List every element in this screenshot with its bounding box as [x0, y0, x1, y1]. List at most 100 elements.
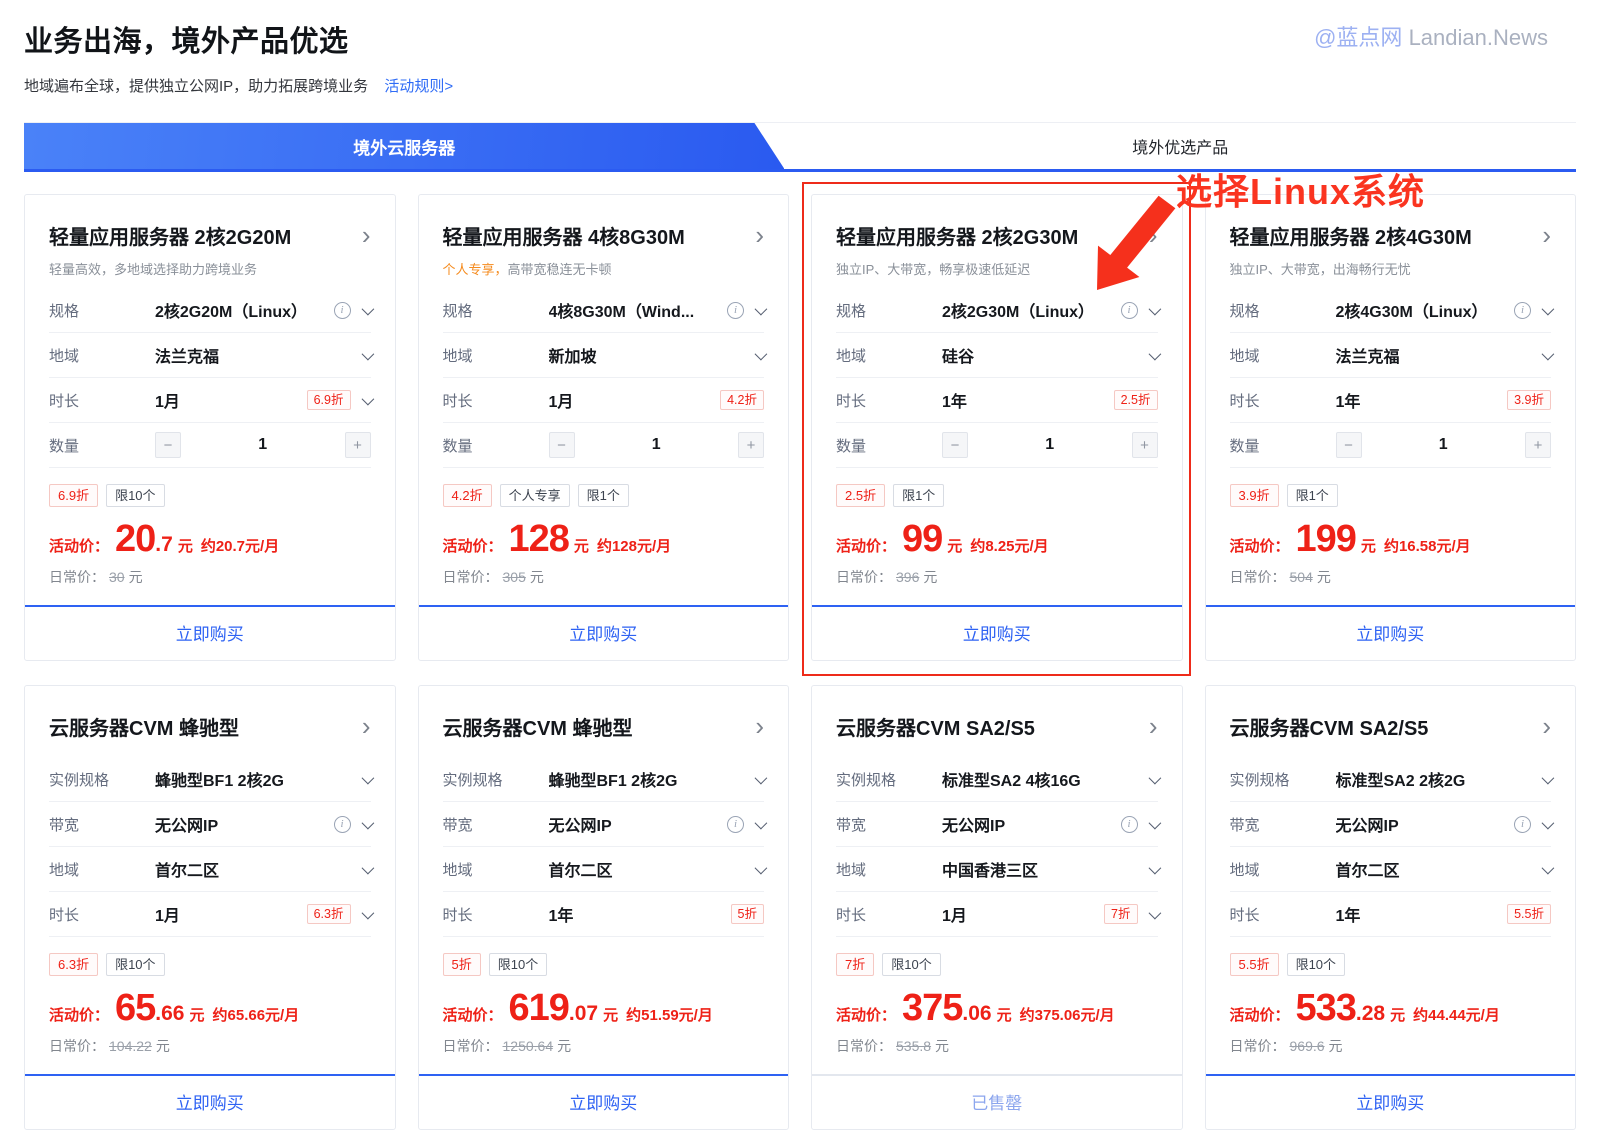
info-icon[interactable]: i — [1121, 302, 1138, 319]
daily-price-unit: 元 — [935, 1038, 949, 1054]
quantity-increase-button[interactable]: + — [1525, 432, 1551, 458]
chevron-down-icon[interactable] — [755, 347, 768, 360]
chevron-right-icon[interactable]: › — [1149, 716, 1158, 737]
chevron-down-icon[interactable] — [361, 816, 374, 829]
chevron-right-icon[interactable]: › — [755, 225, 764, 246]
subtitle-text: 独立IP、大带宽，出海畅行无忧 — [1230, 262, 1411, 277]
product-title: 云服务器CVM 蜂驰型 — [443, 712, 633, 741]
info-icon[interactable]: i — [727, 302, 744, 319]
promo-price-row: 活动价： 65 .66 元 约65.66元/月 — [49, 989, 371, 1027]
chevron-down-icon[interactable] — [361, 771, 374, 784]
spec-row-controls: 5折 — [731, 904, 764, 925]
chevron-down-icon[interactable] — [755, 861, 768, 874]
chevron-down-icon[interactable] — [1542, 861, 1555, 874]
chevron-down-icon[interactable] — [1148, 816, 1161, 829]
chevron-down-icon[interactable] — [361, 302, 374, 315]
price-per-month: 约128元/月 — [597, 535, 671, 556]
spec-row-controls: 6.9折 — [307, 390, 371, 411]
quantity-decrease-button[interactable]: − — [942, 432, 968, 458]
chevron-down-icon[interactable] — [1148, 347, 1161, 360]
chevron-down-icon[interactable] — [755, 771, 768, 784]
spec-row-controls — [755, 865, 764, 874]
product-card: 云服务器CVM SA2/S5 › 实例规格 标准型SA2 2核2G 带宽 无公网… — [1205, 685, 1577, 1130]
chevron-down-icon[interactable] — [361, 861, 374, 874]
buy-button[interactable]: 立即购买 — [1206, 607, 1576, 660]
product-card: 云服务器CVM SA2/S5 › 实例规格 标准型SA2 4核16G 带宽 无公… — [811, 685, 1183, 1130]
quantity-increase-button[interactable]: + — [345, 432, 371, 458]
tab-overseas-cloud-server[interactable]: 境外云服务器 — [24, 123, 784, 169]
info-icon[interactable]: i — [1514, 302, 1531, 319]
spec-value: 1月 — [942, 902, 1096, 926]
chevron-down-icon[interactable] — [1542, 347, 1555, 360]
spec-label: 地域 — [836, 345, 942, 366]
chevron-right-icon[interactable]: › — [755, 716, 764, 737]
chevron-down-icon[interactable] — [1148, 861, 1161, 874]
quantity-decrease-button[interactable]: − — [1336, 432, 1362, 458]
spec-row-controls — [1149, 351, 1158, 360]
spec-row: 实例规格 标准型SA2 2核2G — [1230, 757, 1552, 802]
chevron-down-icon[interactable] — [1542, 816, 1555, 829]
price-integer: 619 — [509, 989, 569, 1027]
daily-price-row: 日常价：305元 — [443, 567, 765, 587]
price-integer: 199 — [1296, 520, 1356, 558]
chevron-right-icon[interactable]: › — [362, 716, 371, 737]
chevron-down-icon[interactable] — [361, 906, 374, 919]
chevron-down-icon[interactable] — [1542, 771, 1555, 784]
spec-label: 规格 — [49, 300, 155, 321]
spec-row: 时长 1年 5折 — [443, 892, 765, 937]
daily-price-row: 日常价：1250.64元 — [443, 1036, 765, 1056]
card-header: 云服务器CVM SA2/S5 › — [836, 712, 1158, 741]
chevron-right-icon[interactable]: › — [1542, 225, 1551, 246]
chevron-down-icon[interactable] — [1148, 771, 1161, 784]
quantity-increase-button[interactable]: + — [738, 432, 764, 458]
chevron-down-icon[interactable] — [361, 347, 374, 360]
buy-button[interactable]: 立即购买 — [812, 607, 1182, 660]
info-icon[interactable]: i — [334, 816, 351, 833]
quantity-label: 数量 — [1230, 435, 1336, 456]
daily-price-label: 日常价： — [836, 1038, 892, 1054]
quantity-decrease-button[interactable]: − — [549, 432, 575, 458]
activity-rules-link[interactable]: 活动规则> — [384, 78, 453, 95]
spec-row: 规格 2核2G20M（Linux） i — [49, 288, 371, 333]
product-subtitle: 个人专享，高带宽稳连无卡顿 — [443, 259, 765, 278]
chevron-down-icon[interactable] — [1148, 906, 1161, 919]
product-subtitle: 独立IP、大带宽，畅享极速低延迟 — [836, 259, 1158, 278]
info-icon[interactable]: i — [1121, 816, 1138, 833]
info-icon[interactable]: i — [727, 816, 744, 833]
spec-label: 带宽 — [1230, 814, 1336, 835]
spec-label: 地域 — [443, 345, 549, 366]
chevron-down-icon[interactable] — [755, 302, 768, 315]
chevron-right-icon[interactable]: › — [362, 225, 371, 246]
promo-badge-row: 7折限10个 — [836, 953, 1158, 976]
daily-price-value: 305 — [503, 569, 526, 585]
promo-price-row: 活动价： 533 .28 元 约44.44元/月 — [1230, 989, 1552, 1027]
promo-tag: 5.5折 — [1230, 953, 1279, 976]
chevron-down-icon[interactable] — [1542, 302, 1555, 315]
chevron-right-icon[interactable]: › — [1542, 716, 1551, 737]
buy-button[interactable]: 立即购买 — [25, 1076, 395, 1129]
promo-tag: 3.9折 — [1230, 484, 1279, 507]
buy-button[interactable]: 立即购买 — [25, 607, 395, 660]
buy-button[interactable]: 已售罄 — [812, 1076, 1182, 1129]
spec-row-controls — [1542, 351, 1551, 360]
card-header: 云服务器CVM 蜂驰型 › — [443, 712, 765, 741]
buy-button[interactable]: 立即购买 — [419, 607, 789, 660]
info-icon[interactable]: i — [334, 302, 351, 319]
spec-value: 2核2G30M（Linux） — [942, 298, 1113, 322]
spec-label: 地域 — [49, 345, 155, 366]
product-title: 轻量应用服务器 2核4G30M — [1230, 221, 1472, 250]
chevron-right-icon[interactable]: › — [1149, 225, 1158, 246]
spec-row-controls: i — [1121, 816, 1158, 833]
info-icon[interactable]: i — [1514, 816, 1531, 833]
chevron-down-icon[interactable] — [755, 816, 768, 829]
quantity-increase-button[interactable]: + — [1132, 432, 1158, 458]
buy-button[interactable]: 立即购买 — [1206, 1076, 1576, 1129]
quantity-decrease-button[interactable]: − — [155, 432, 181, 458]
price-decimal: .66 — [155, 1002, 184, 1026]
chevron-down-icon[interactable] — [361, 392, 374, 405]
product-card: 轻量应用服务器 4核8G30M › 个人专享，高带宽稳连无卡顿 规格 4核8G3… — [418, 194, 790, 661]
spec-label: 实例规格 — [49, 769, 155, 790]
daily-price-value: 535.8 — [896, 1038, 931, 1054]
buy-button[interactable]: 立即购买 — [419, 1076, 789, 1129]
chevron-down-icon[interactable] — [1148, 302, 1161, 315]
